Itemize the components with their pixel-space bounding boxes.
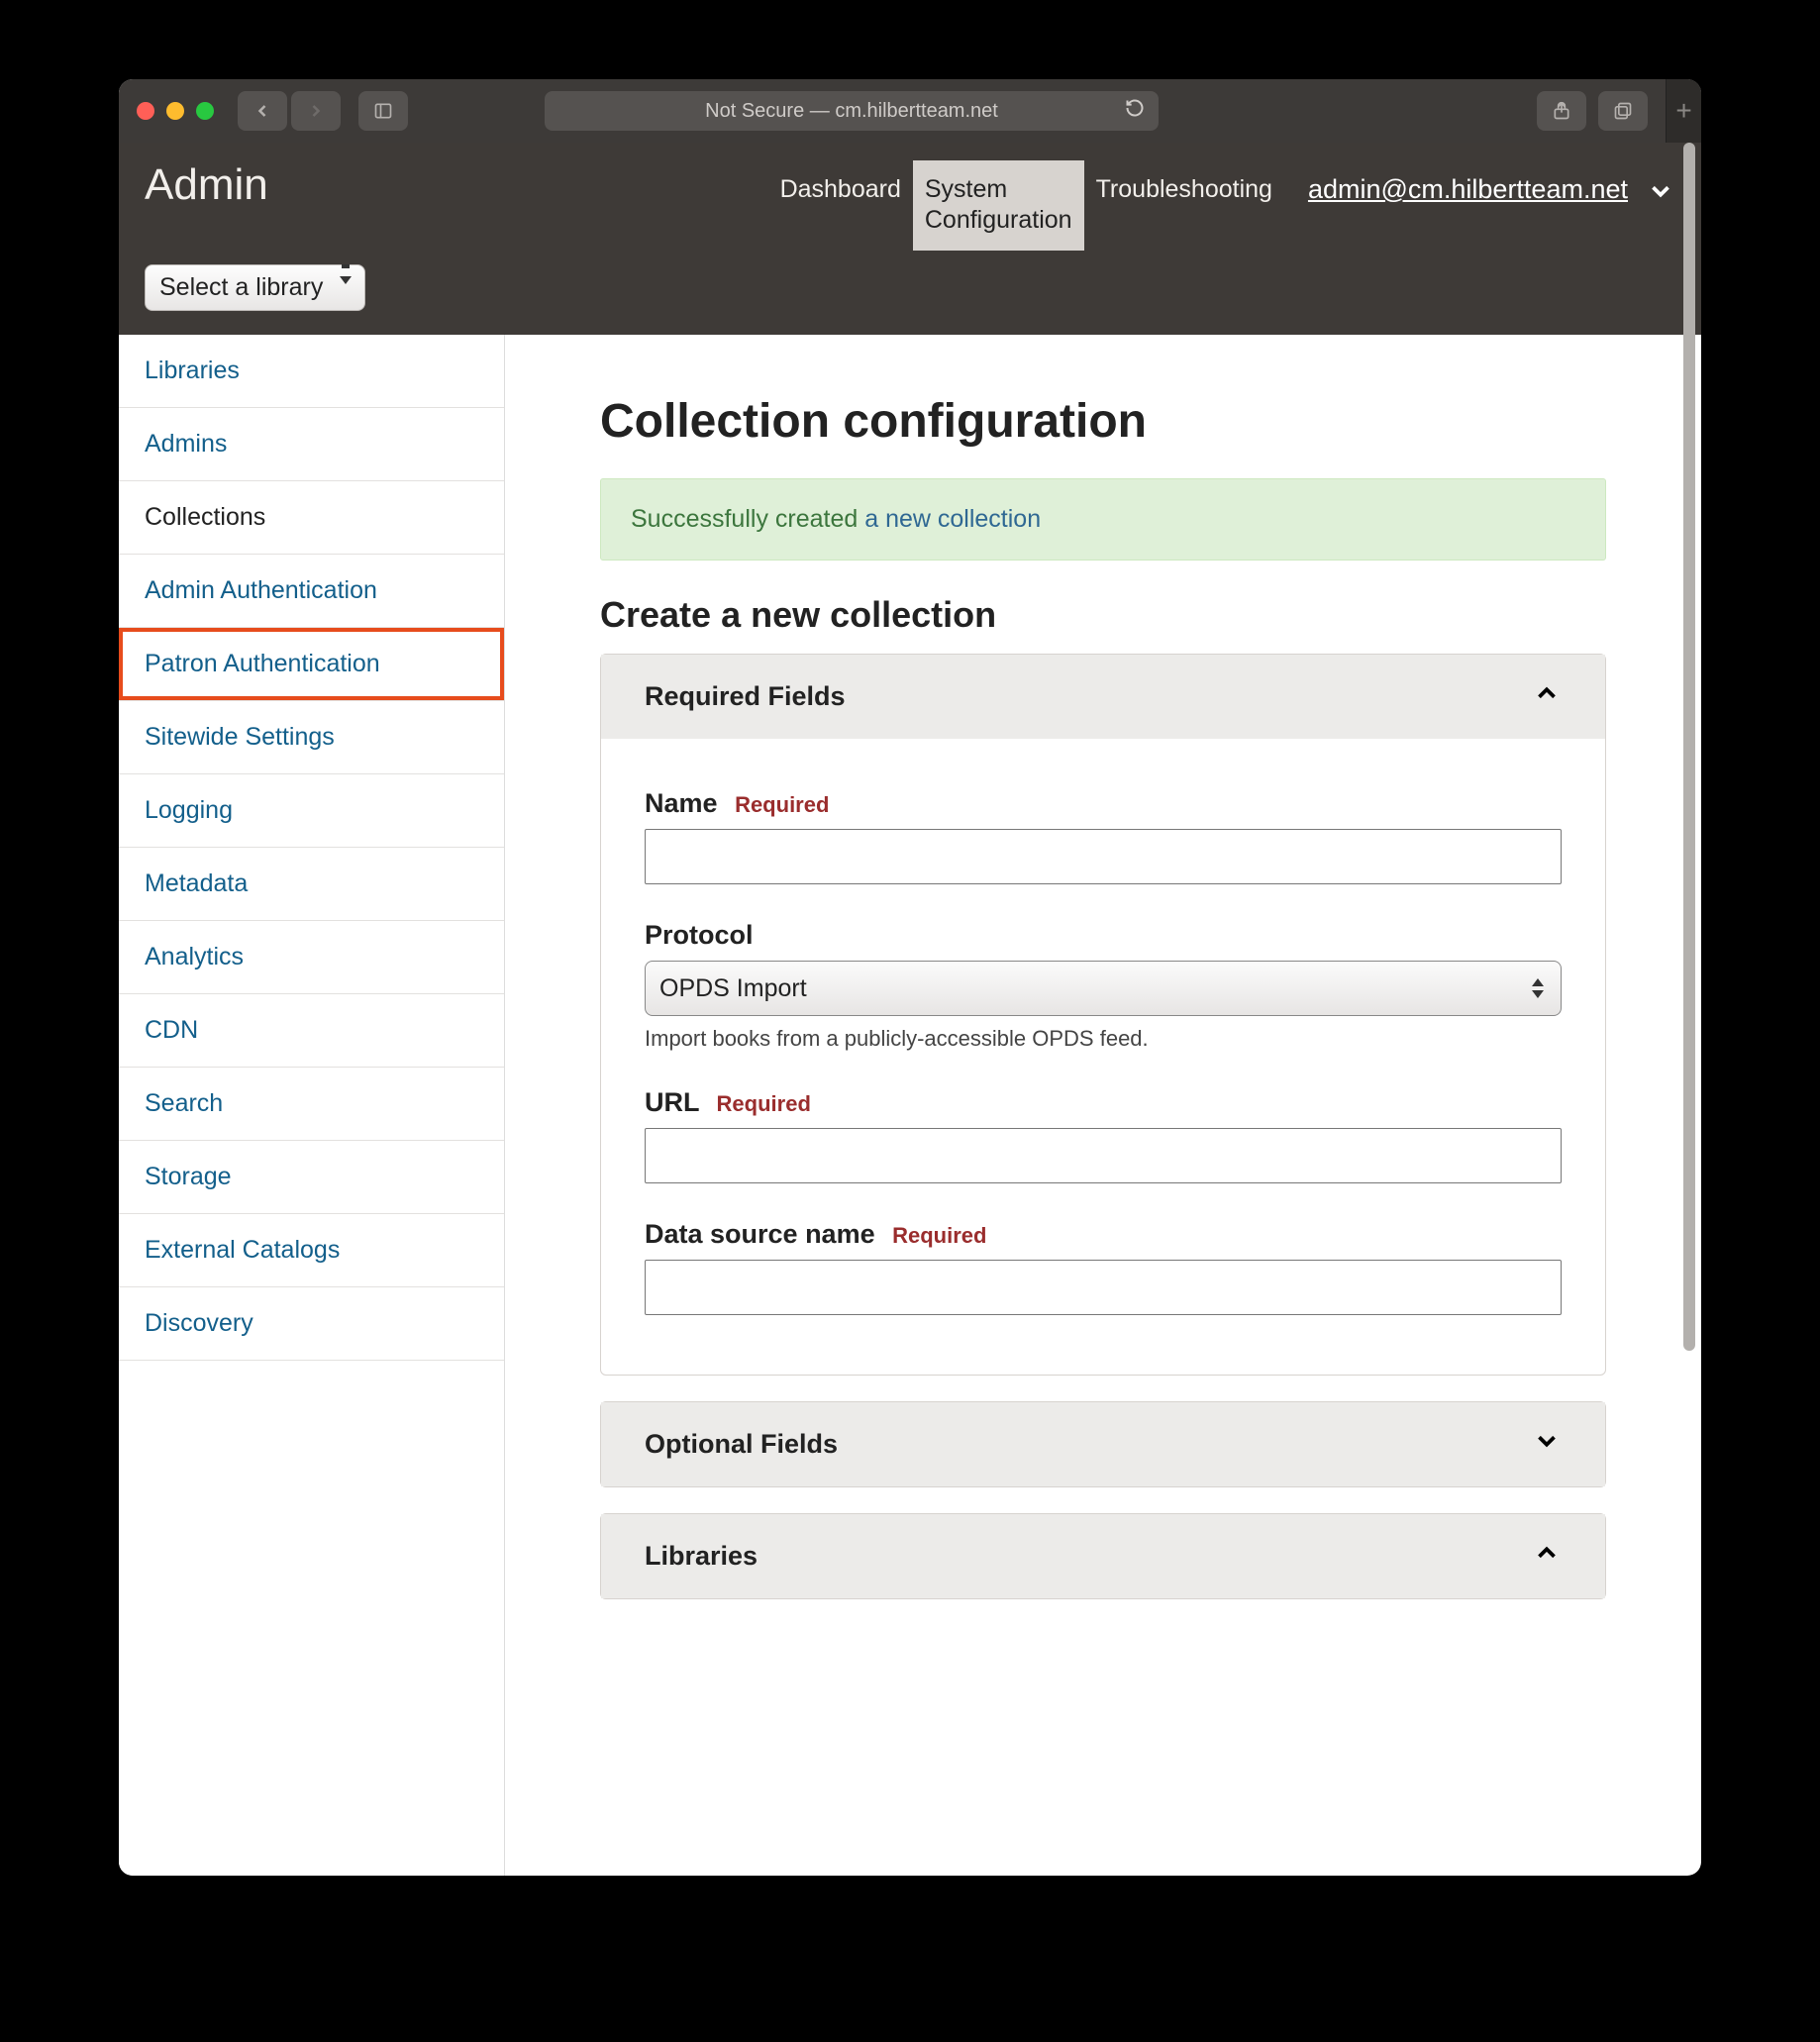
panel-required-fields: Required Fields Name Required [600, 654, 1606, 1376]
share-button[interactable] [1537, 91, 1586, 131]
library-selector[interactable]: Select a library [145, 251, 365, 311]
scrollbar[interactable] [1681, 143, 1697, 1876]
sidebar-item-logging[interactable]: Logging [119, 774, 504, 848]
input-data-source[interactable] [645, 1260, 1562, 1315]
top-nav: Admin Dashboard System Configuration Tro… [119, 143, 1701, 335]
window-controls [137, 102, 214, 120]
label-name-text: Name [645, 788, 718, 818]
label-url-text: URL [645, 1087, 699, 1117]
nav-system-configuration[interactable]: System Configuration [913, 160, 1084, 251]
panel-libraries: Libraries [600, 1513, 1606, 1599]
required-tag: Required [717, 1091, 811, 1116]
reload-icon[interactable] [1125, 98, 1145, 124]
label-protocol: Protocol [645, 920, 1562, 951]
sidebar-item-patron-authentication[interactable]: Patron Authentication [119, 628, 504, 701]
main-content: Collection configuration Successfully cr… [505, 335, 1701, 1877]
field-name: Name Required [645, 788, 1562, 884]
panel-libraries-header[interactable]: Libraries [601, 1514, 1605, 1598]
success-alert: Successfully created a new collection [600, 478, 1606, 561]
address-bar[interactable]: Not Secure — cm.hilbertteam.net [545, 91, 1159, 131]
sidebar-item-analytics[interactable]: Analytics [119, 921, 504, 994]
panel-required-title: Required Fields [645, 681, 846, 712]
chevron-up-icon [1532, 678, 1562, 715]
nav-dashboard[interactable]: Dashboard [768, 160, 913, 219]
sidebar-toggle-button[interactable] [358, 91, 408, 131]
sidebar-item-metadata[interactable]: Metadata [119, 848, 504, 921]
select-protocol[interactable]: OPDS Import [645, 961, 1562, 1016]
scrollbar-thumb[interactable] [1683, 143, 1695, 1351]
panel-libraries-title: Libraries [645, 1541, 758, 1572]
chevron-down-icon [1532, 1426, 1562, 1463]
nav-items: Dashboard System Configuration Troublesh… [768, 160, 1284, 251]
library-selector-value: Select a library [145, 264, 365, 311]
sidebar-item-discovery[interactable]: Discovery [119, 1287, 504, 1361]
select-protocol-wrap[interactable]: OPDS Import [645, 961, 1562, 1016]
protocol-help-text: Import books from a publicly-accessible … [645, 1026, 1562, 1052]
field-data-source: Data source name Required [645, 1219, 1562, 1315]
label-data-source-text: Data source name [645, 1219, 875, 1249]
tabs-button[interactable] [1598, 91, 1648, 131]
sidebar-item-admin-authentication[interactable]: Admin Authentication [119, 555, 504, 628]
sidebar-item-sitewide-settings[interactable]: Sitewide Settings [119, 701, 504, 774]
minimize-window-button[interactable] [166, 102, 184, 120]
label-url: URL Required [645, 1087, 1562, 1118]
panel-optional-title: Optional Fields [645, 1429, 838, 1460]
browser-toolbar: Not Secure — cm.hilbertteam.net + [119, 79, 1701, 143]
panel-optional-fields: Optional Fields [600, 1401, 1606, 1487]
input-name[interactable] [645, 829, 1562, 884]
nav-troubleshooting[interactable]: Troubleshooting [1084, 160, 1284, 219]
user-email-link[interactable]: admin@cm.hilbertteam.net [1308, 160, 1628, 205]
browser-forward-button[interactable] [291, 91, 341, 131]
panel-optional-header[interactable]: Optional Fields [601, 1402, 1605, 1486]
required-tag: Required [892, 1223, 986, 1248]
sidebar-item-search[interactable]: Search [119, 1068, 504, 1141]
page-title: Collection configuration [600, 394, 1606, 449]
section-title: Create a new collection [600, 594, 1606, 636]
sidebar-item-external-catalogs[interactable]: External Catalogs [119, 1214, 504, 1287]
app-viewport: Admin Dashboard System Configuration Tro… [119, 143, 1701, 1876]
field-protocol: Protocol OPDS Import Import books from a… [645, 920, 1562, 1052]
maximize-window-button[interactable] [196, 102, 214, 120]
user-menu-caret-icon[interactable] [1646, 160, 1675, 211]
required-tag: Required [735, 792, 829, 817]
chevron-up-icon [1532, 1538, 1562, 1575]
sidebar-item-cdn[interactable]: CDN [119, 994, 504, 1068]
field-url: URL Required [645, 1087, 1562, 1183]
nav-sysconf-line1: System [925, 174, 1072, 205]
alert-link[interactable]: a new collection [864, 505, 1041, 533]
browser-back-button[interactable] [238, 91, 287, 131]
panel-required-header[interactable]: Required Fields [601, 655, 1605, 739]
sidebar-item-admins[interactable]: Admins [119, 408, 504, 481]
nav-sysconf-line2: Configuration [925, 205, 1072, 236]
input-url[interactable] [645, 1128, 1562, 1183]
sidebar-item-libraries[interactable]: Libraries [119, 335, 504, 408]
label-name: Name Required [645, 788, 1562, 819]
sidebar: Libraries Admins Collections Admin Authe… [119, 335, 505, 1877]
alert-text: Successfully created [631, 505, 864, 533]
new-tab-button[interactable]: + [1666, 79, 1701, 143]
sidebar-item-storage[interactable]: Storage [119, 1141, 504, 1214]
address-text: Not Secure — cm.hilbertteam.net [705, 100, 998, 123]
close-window-button[interactable] [137, 102, 154, 120]
label-data-source: Data source name Required [645, 1219, 1562, 1250]
sidebar-item-collections[interactable]: Collections [119, 481, 504, 555]
brand-title: Admin [145, 160, 268, 210]
browser-window: Not Secure — cm.hilbertteam.net + Admin … [119, 79, 1701, 1876]
panel-required-body: Name Required Protocol OPDS Import [601, 739, 1605, 1375]
